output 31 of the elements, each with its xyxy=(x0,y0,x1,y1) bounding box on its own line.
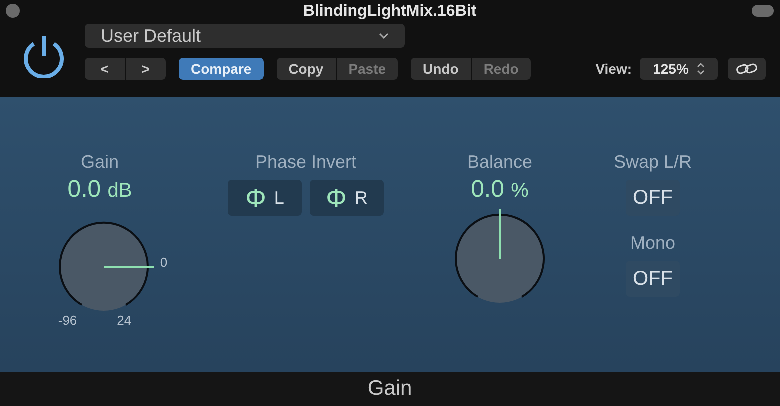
window-resize-button[interactable] xyxy=(752,5,774,17)
preset-dropdown[interactable]: User Default xyxy=(85,24,405,48)
tick-label: -96 xyxy=(58,312,78,330)
gain-label: Gain xyxy=(80,151,120,174)
phase-invert-label: Phase Invert xyxy=(255,151,357,174)
toggle-switch[interactable]: OFF xyxy=(626,261,680,297)
tick-label: 24 xyxy=(117,312,132,330)
toggle-switch[interactable]: OFF xyxy=(626,180,680,216)
balance-value: 0.0 % xyxy=(471,176,529,205)
toolbar-button[interactable]: < xyxy=(85,58,125,80)
toolbar-button[interactable]: > xyxy=(126,58,166,80)
window-title: BlindingLightMix.16Bit xyxy=(303,2,477,22)
toolbar-button[interactable]: Compare xyxy=(179,58,264,80)
toolbar-button[interactable]: Copy xyxy=(276,58,336,80)
link-button[interactable] xyxy=(728,58,766,80)
window-close-button[interactable] xyxy=(6,4,20,18)
view-label: View: xyxy=(596,60,632,78)
stepper-icon xyxy=(696,62,705,76)
switch-label: Mono xyxy=(630,232,676,255)
phase-toggle[interactable]: Φ R xyxy=(310,180,384,216)
balance-label: Balance xyxy=(467,151,533,174)
power-icon[interactable] xyxy=(22,34,66,78)
footer-title: Gain xyxy=(368,376,412,402)
view-zoom-select[interactable]: 125% xyxy=(640,58,718,80)
gain-value: 0.0 dB xyxy=(68,176,132,205)
chevron-icon xyxy=(379,33,389,39)
switch-label: Swap L/R xyxy=(614,151,692,174)
phase-toggle[interactable]: Φ L xyxy=(228,180,302,216)
toolbar-button[interactable]: Undo xyxy=(411,58,471,80)
link-icon xyxy=(736,63,758,75)
tick-label: 0 xyxy=(160,254,168,272)
